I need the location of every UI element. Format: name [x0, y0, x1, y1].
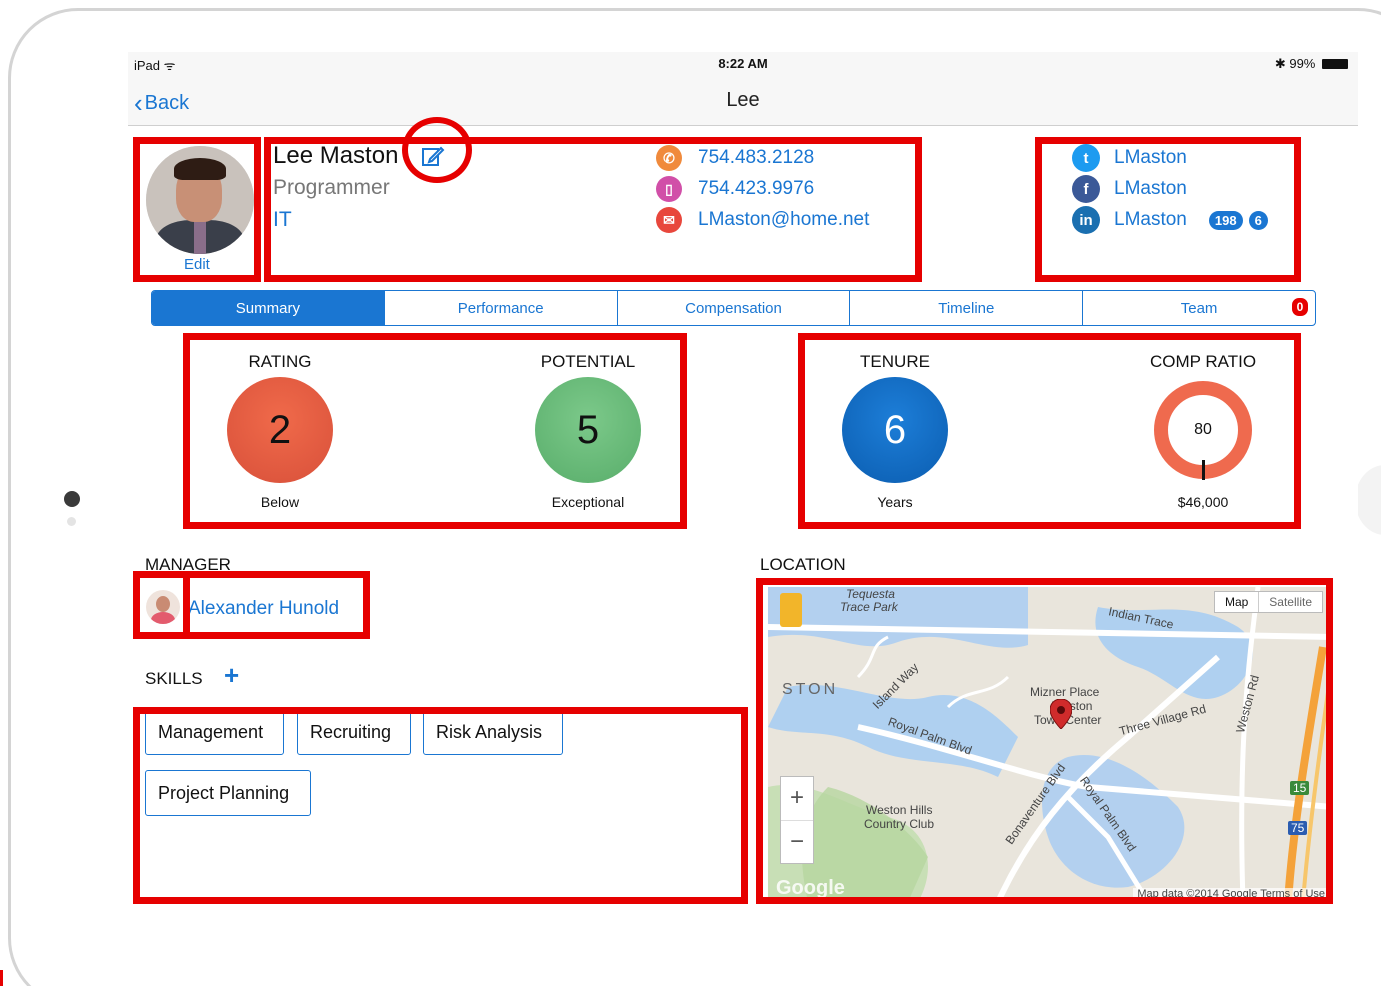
annotation-box [756, 578, 1333, 904]
skills-heading: SKILLS [145, 669, 203, 688]
add-skill-icon[interactable]: + [224, 662, 239, 688]
status-right: ✱ 99% [1275, 56, 1348, 72]
battery-icon [1322, 59, 1348, 69]
annotation-box [183, 571, 370, 639]
annotation-box [133, 137, 261, 282]
tab-compensation[interactable]: Compensation [618, 291, 851, 325]
annotation-box [1035, 137, 1301, 282]
location-heading: LOCATION [760, 555, 846, 574]
corner-mark [0, 970, 3, 986]
tab-team-label: Team [1180, 299, 1218, 317]
tab-summary[interactable]: Summary [152, 291, 385, 325]
section-tabs: Summary Performance Compensation Timelin… [151, 290, 1316, 326]
tab-performance[interactable]: Performance [385, 291, 618, 325]
annotation-box [133, 707, 748, 904]
annotation-circle [402, 117, 472, 183]
annotation-box [798, 333, 1301, 529]
battery-percent: 99% [1289, 56, 1316, 71]
annotation-box [133, 571, 190, 639]
navigation-bar: ‹ Back Lee [128, 74, 1358, 126]
status-bar: iPad ᯤ 8:22 AM ✱ 99% [128, 52, 1358, 74]
page-title: Lee [726, 89, 760, 111]
bluetooth-icon: ✱ [1274, 56, 1286, 71]
annotation-box [264, 137, 922, 282]
annotation-box [183, 333, 687, 529]
team-badge: 0 [1290, 297, 1309, 317]
camera-dot [64, 491, 80, 507]
tab-team[interactable]: Team 0 [1083, 291, 1315, 325]
status-time: 8:22 AM [718, 56, 768, 71]
tab-timeline[interactable]: Timeline [850, 291, 1084, 325]
sensor-dot [67, 517, 76, 526]
